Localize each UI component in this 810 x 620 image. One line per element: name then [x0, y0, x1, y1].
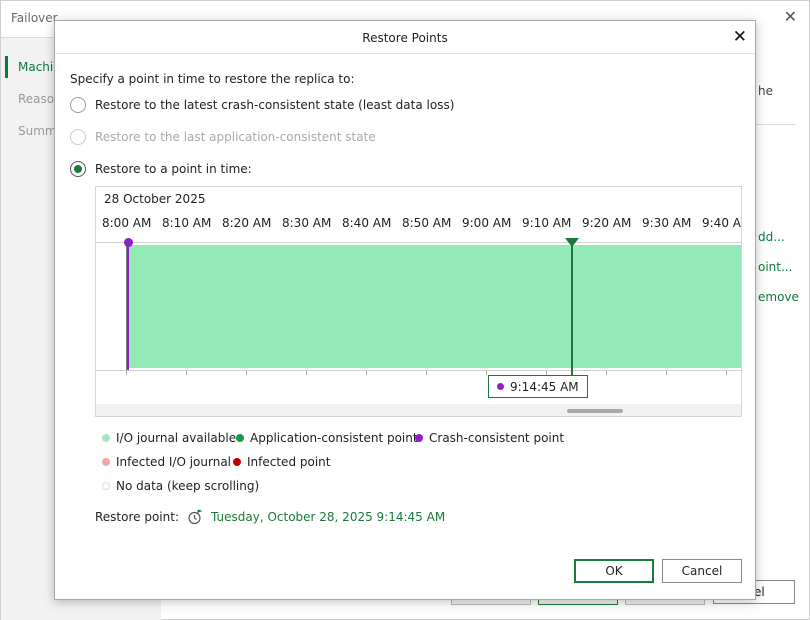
legend-label: Infected point [247, 455, 331, 469]
restore-point-summary: Restore point: Tuesday, October 28, 2025… [95, 509, 445, 525]
timeline-minor-tick [306, 371, 307, 375]
legend-label: Crash-consistent point [429, 431, 565, 445]
selected-time: 9:14:45 AM [510, 379, 579, 394]
legend-dot-icon [102, 482, 110, 490]
radio-button-selected[interactable] [70, 161, 86, 177]
timeline-tick-label: 9:00 AM [462, 216, 512, 230]
timeline-minor-tick [726, 371, 727, 375]
restore-prompt: Specify a point in time to restore the r… [70, 72, 355, 86]
bg-point-link[interactable]: oint... [758, 260, 792, 274]
timeline-tick-label: 9:30 AM [642, 216, 692, 230]
timeline-scroll-thumb[interactable] [567, 409, 623, 413]
timeline-minor-tick [246, 371, 247, 375]
option-label: Restore to the latest crash-consistent s… [95, 98, 455, 112]
io-journal-band[interactable] [128, 245, 741, 368]
timeline-tick-label: 8:20 AM [222, 216, 272, 230]
timeline-minor-tick [666, 371, 667, 375]
crash-consistent-point[interactable] [124, 238, 133, 247]
active-step-indicator [5, 56, 8, 78]
radio-button-disabled [70, 129, 86, 145]
ok-button[interactable]: OK [574, 559, 654, 583]
bg-text-fragment: he [758, 84, 773, 98]
timeline-date: 28 October 2025 [104, 192, 206, 206]
legend-dot-icon [236, 434, 244, 442]
dialog-title: Restore Points [55, 21, 755, 54]
timeline-tick-label: 9:20 AM [582, 216, 632, 230]
legend-label: Infected I/O journal [116, 455, 232, 469]
timeline-tick-label: 9:40 AM [702, 216, 741, 230]
timeline-minor-tick [606, 371, 607, 375]
legend-label: Application-consistent point [250, 431, 418, 445]
timeline-bottom-border [96, 370, 741, 371]
restore-point-label: Restore point: [95, 510, 179, 524]
timeline-minor-tick [126, 371, 127, 375]
timeline-top-border [96, 242, 741, 243]
option-latest-crash-consistent[interactable]: Restore to the latest crash-consistent s… [70, 97, 454, 113]
timeline-minor-tick [366, 371, 367, 375]
timeline-tick-label: 8:30 AM [282, 216, 332, 230]
timeline-minor-tick [486, 371, 487, 375]
legend-label: I/O journal available [116, 431, 237, 445]
bg-remove-link[interactable]: emove [758, 290, 799, 304]
timeline-tick-label: 9:10 AM [522, 216, 572, 230]
legend-crash-consistent: Crash-consistent point [415, 431, 564, 445]
option-label: Restore to the last application-consiste… [95, 130, 376, 144]
legend-dot-icon [233, 458, 241, 466]
option-label: Restore to a point in time: [95, 162, 252, 176]
timeline-tick-label: 8:50 AM [402, 216, 452, 230]
option-last-app-consistent: Restore to the last application-consiste… [70, 129, 376, 145]
radio-button[interactable] [70, 97, 86, 113]
restore-point-value: Tuesday, October 28, 2025 9:14:45 AM [211, 510, 446, 524]
timeline-tick-label: 8:40 AM [342, 216, 392, 230]
legend-infected-point: Infected point [233, 455, 330, 469]
legend-dot-icon [415, 434, 423, 442]
bg-add-link[interactable]: dd... [758, 230, 785, 244]
legend-label: No data (keep scrolling) [116, 479, 260, 493]
timeline-cursor-handle[interactable] [565, 238, 579, 247]
crash-dot-icon [497, 383, 504, 390]
cancel-button[interactable]: Cancel [662, 559, 742, 583]
wizard-title: Failover [11, 11, 58, 25]
sidebar-item-summary[interactable]: Summ [18, 124, 57, 138]
timeline-scrollbar[interactable] [96, 404, 741, 416]
legend-app-consistent: Application-consistent point [236, 431, 418, 445]
legend-infected-journal: Infected I/O journal [102, 455, 231, 469]
restore-point-timeline[interactable]: 28 October 2025 8:00 AM 8:10 AM 8:20 AM … [95, 186, 742, 417]
crash-consistent-line [127, 243, 129, 370]
legend-dot-icon [102, 434, 110, 442]
close-icon[interactable]: ✕ [733, 27, 747, 47]
restore-points-dialog: Restore Points ✕ Specify a point in time… [54, 20, 756, 600]
selected-time-tooltip: 9:14:45 AM [488, 375, 588, 398]
timeline-minor-tick [186, 371, 187, 375]
legend-io-journal: I/O journal available [102, 431, 236, 445]
timeline-tick-label: 8:10 AM [162, 216, 212, 230]
legend-no-data: No data (keep scrolling) [102, 479, 259, 493]
timeline-cursor-line[interactable] [571, 242, 573, 375]
restore-clock-icon [188, 509, 203, 525]
option-point-in-time[interactable]: Restore to a point in time: [70, 161, 252, 177]
wizard-close-icon[interactable]: ✕ [784, 7, 797, 26]
legend-dot-icon [102, 458, 110, 466]
timeline-minor-tick [426, 371, 427, 375]
timeline-tick-label: 8:00 AM [102, 216, 152, 230]
